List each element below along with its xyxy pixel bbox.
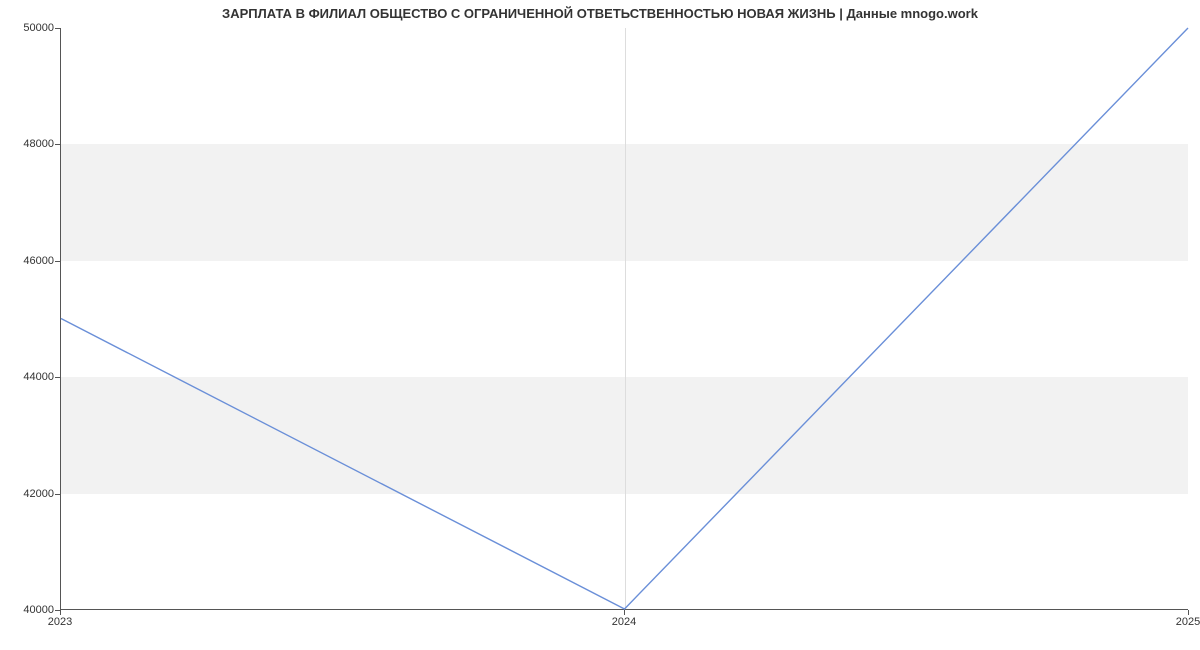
- line-chart: ЗАРПЛАТА В ФИЛИАЛ ОБЩЕСТВО С ОГРАНИЧЕННО…: [0, 0, 1200, 650]
- x-tick: [624, 610, 625, 615]
- y-tick-label: 50000: [4, 22, 54, 34]
- y-tick-label: 42000: [4, 488, 54, 500]
- y-tick-label: 46000: [4, 255, 54, 267]
- chart-title: ЗАРПЛАТА В ФИЛИАЛ ОБЩЕСТВО С ОГРАНИЧЕННО…: [0, 6, 1200, 21]
- plot-area: [60, 28, 1188, 610]
- data-line: [61, 28, 1188, 609]
- y-tick-label: 48000: [4, 138, 54, 150]
- y-tick-label: 40000: [4, 604, 54, 616]
- x-tick-label: 2023: [48, 616, 72, 628]
- x-tick-label: 2024: [612, 616, 636, 628]
- x-tick: [1188, 610, 1189, 615]
- x-tick: [60, 610, 61, 615]
- x-tick-label: 2025: [1176, 616, 1200, 628]
- y-tick-label: 44000: [4, 371, 54, 383]
